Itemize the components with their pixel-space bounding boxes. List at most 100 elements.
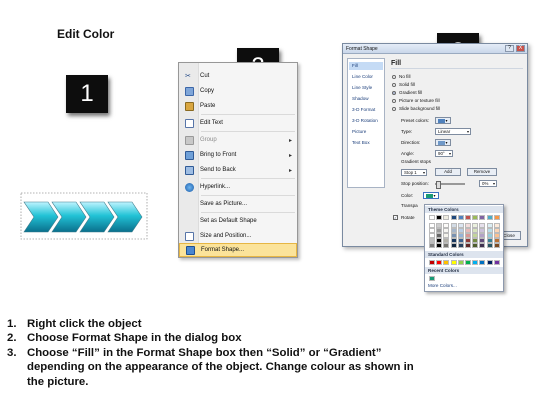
- type-select[interactable]: Linear: [435, 128, 471, 135]
- radio-picture-fill[interactable]: Picture or texture fill: [392, 98, 440, 103]
- remove-stop-button[interactable]: Remove: [467, 168, 497, 176]
- color-swatch[interactable]: [486, 260, 493, 265]
- color-swatch[interactable]: [436, 243, 443, 248]
- color-swatch[interactable]: [429, 243, 435, 248]
- submenu-arrow-icon: ▸: [289, 152, 293, 159]
- color-swatch[interactable]: [429, 260, 435, 265]
- color-swatch[interactable]: [443, 260, 450, 265]
- divider: [391, 68, 523, 69]
- color-swatch[interactable]: [464, 215, 471, 220]
- angle-input[interactable]: 90°: [435, 150, 453, 157]
- color-swatch[interactable]: [472, 243, 479, 248]
- color-swatch[interactable]: [493, 260, 500, 265]
- color-swatch[interactable]: [450, 260, 457, 265]
- menu-separator: [201, 212, 295, 213]
- menu-item-edit-text[interactable]: Edit Text: [179, 116, 297, 130]
- nav-item-line-style[interactable]: Line Style: [349, 84, 383, 92]
- submenu-arrow-icon: ▸: [289, 167, 293, 174]
- color-swatch[interactable]: [464, 243, 471, 248]
- nav-item-picture[interactable]: Picture: [349, 128, 383, 136]
- color-swatch[interactable]: [486, 243, 493, 248]
- color-swatch[interactable]: [429, 215, 435, 220]
- bring-front-icon: [185, 150, 194, 160]
- group-icon: [185, 135, 194, 145]
- stop-position-input[interactable]: 0%: [479, 180, 497, 187]
- menu-item-set-default-shape[interactable]: Set as Default Shape: [179, 214, 297, 228]
- menu-separator: [201, 178, 295, 179]
- color-swatch[interactable]: [479, 215, 486, 220]
- step-item: 1. Right click the object: [7, 318, 142, 330]
- nav-item-shadow[interactable]: Shadow: [349, 95, 383, 103]
- chevron-shape-object[interactable]: [20, 192, 150, 242]
- color-picker-button[interactable]: ▾: [423, 192, 439, 199]
- send-back-icon: [185, 165, 194, 175]
- color-swatch[interactable]: [450, 243, 457, 248]
- color-swatch[interactable]: [457, 260, 464, 265]
- menu-item-size-position[interactable]: Size and Position...: [179, 229, 297, 243]
- stop-position-row: Stop position: 0%: [401, 180, 497, 189]
- color-swatch[interactable]: [493, 243, 500, 248]
- color-swatch[interactable]: [472, 215, 479, 220]
- color-swatch[interactable]: [479, 243, 486, 248]
- menu-item-save-as-picture[interactable]: Save as Picture...: [179, 197, 297, 211]
- menu-separator: [201, 114, 295, 115]
- rotate-checkbox[interactable]: ✓: [393, 215, 398, 220]
- direction-button[interactable]: ▾: [435, 139, 451, 146]
- slide-title: Edit Color: [57, 27, 115, 41]
- color-swatch[interactable]: [486, 215, 493, 220]
- direction-row: Direction: ▾: [401, 139, 451, 146]
- nav-item-fill[interactable]: Fill: [349, 62, 383, 70]
- color-swatch[interactable]: [443, 243, 450, 248]
- more-colors-link[interactable]: More Colors...: [428, 283, 457, 288]
- gradient-stops-label: Gradient stops: [401, 159, 431, 164]
- color-swatch[interactable]: [443, 215, 450, 220]
- edit-text-icon: [185, 118, 194, 128]
- copy-icon: [185, 86, 194, 96]
- nav-item-line-color[interactable]: Line Color: [349, 73, 383, 81]
- radio-gradient-fill[interactable]: Gradient fill: [392, 90, 422, 95]
- menu-item-paste[interactable]: Paste: [179, 99, 297, 113]
- radio-solid-fill[interactable]: Solid fill: [392, 82, 415, 87]
- radio-no-fill[interactable]: No fill: [392, 74, 411, 79]
- color-swatch[interactable]: [457, 215, 464, 220]
- fill-section-title: Fill: [391, 60, 402, 67]
- menu-item-group[interactable]: Group ▸: [179, 133, 297, 147]
- color-swatch[interactable]: [464, 260, 471, 265]
- color-swatch[interactable]: [436, 260, 443, 265]
- angle-row: Angle: 90°: [401, 150, 453, 157]
- nav-item-3d-rotation[interactable]: 3-D Rotation: [349, 117, 383, 125]
- menu-item-send-to-back[interactable]: Send to Back ▸: [179, 163, 297, 177]
- color-swatch[interactable]: [479, 260, 486, 265]
- radio-slide-bg-fill[interactable]: Slide background fill: [392, 106, 440, 111]
- menu-item-format-shape[interactable]: Format Shape...: [179, 243, 297, 257]
- menu-item-hyperlink[interactable]: Hyperlink...: [179, 180, 297, 194]
- menu-item-cut[interactable]: ✂ Cut: [179, 69, 297, 83]
- color-swatch[interactable]: [472, 260, 479, 265]
- theme-colors-row: [429, 215, 500, 220]
- chevron-1: [23, 201, 59, 233]
- color-swatch[interactable]: [436, 215, 443, 220]
- menu-separator: [201, 195, 295, 196]
- preset-colors-button[interactable]: ▾: [435, 117, 451, 124]
- rotate-row: ✓ Rotate: [393, 215, 415, 220]
- color-swatch[interactable]: [429, 276, 435, 281]
- close-icon[interactable]: X: [516, 45, 525, 52]
- dialog-titlebar: Format Shape ? X: [343, 44, 527, 54]
- stop-position-slider[interactable]: [435, 180, 465, 189]
- color-swatch[interactable]: [457, 243, 464, 248]
- menu-item-bring-to-front[interactable]: Bring to Front ▸: [179, 148, 297, 162]
- paste-icon: [185, 101, 194, 111]
- menu-item-copy[interactable]: Copy: [179, 84, 297, 98]
- instruction-steps: 1. Right click the object 2. Choose Form…: [7, 317, 427, 389]
- color-palette-popup: Theme Colors Standard Colors Recent Colo…: [424, 204, 504, 292]
- color-swatch[interactable]: [450, 215, 457, 220]
- slide: Edit Color 1 2 3 ✂ Cut Copy: [0, 0, 560, 420]
- color-swatch[interactable]: [493, 215, 500, 220]
- nav-item-text-box[interactable]: Text Box: [349, 139, 383, 147]
- help-button[interactable]: ?: [505, 45, 514, 52]
- dialog-title: Format Shape: [346, 46, 378, 52]
- stop-select[interactable]: Stop 1: [401, 168, 427, 176]
- add-stop-button[interactable]: Add: [435, 168, 461, 176]
- theme-shades-grid: [429, 223, 500, 248]
- nav-item-3d-format[interactable]: 3-D Format: [349, 106, 383, 114]
